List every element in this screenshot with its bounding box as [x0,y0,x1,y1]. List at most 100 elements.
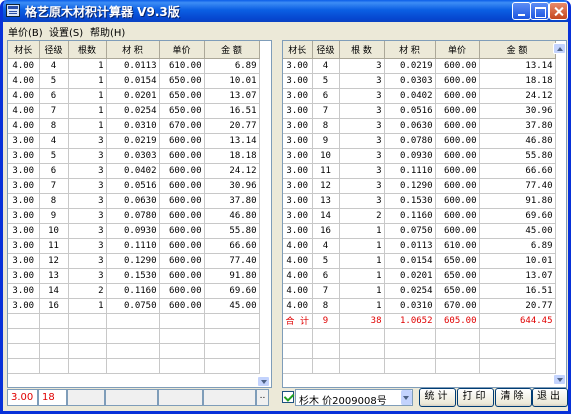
cell-length[interactable]: 4.00 [283,283,313,299]
cell-diameter[interactable]: 9 [312,133,340,149]
clear-button[interactable]: 清除 [495,388,532,407]
cell-count[interactable] [68,313,107,329]
cell-count[interactable]: 1 [339,238,385,254]
stats-button[interactable]: 统计 [419,388,456,407]
cell-amount[interactable]: 77.40 [479,178,556,194]
cell-amount[interactable]: 6.89 [204,58,260,74]
cell-unit-price[interactable]: 600.00 [435,208,480,224]
cell-volume[interactable]: 0.1160 [384,208,436,224]
cell-count[interactable]: 3 [339,148,385,164]
cell-count[interactable]: 2 [68,283,107,299]
cell-amount[interactable]: 69.60 [479,208,556,224]
cell-unit-price[interactable]: 650.00 [159,73,205,89]
cell-amount[interactable]: 13.07 [479,268,556,284]
cell-unit-price[interactable]: 600.00 [159,268,205,284]
cell-length[interactable]: 4.00 [8,88,40,104]
cell-volume[interactable]: 0.0750 [106,298,160,314]
cell-volume[interactable]: 0.1160 [106,283,160,299]
cell-length[interactable]: 3.00 [283,58,313,74]
cell-count[interactable]: 3 [339,103,385,119]
cell-count[interactable]: 3 [68,163,107,179]
cell-unit-price[interactable]: 650.00 [435,283,480,299]
header-count[interactable]: 根 数 [339,41,385,59]
table-row[interactable]: 4.00 7 1 0.0254 650.00 16.51 [283,283,556,299]
cell-volume[interactable] [106,313,160,329]
cell-amount[interactable]: 55.80 [479,148,556,164]
cell-unit-price[interactable] [435,358,480,374]
cell-amount[interactable]: 13.07 [204,88,260,104]
cell-diameter[interactable]: 5 [312,73,340,89]
diameter-input[interactable]: 18 [38,389,67,406]
cell-length[interactable]: 3.00 [283,208,313,224]
cell-diameter[interactable] [39,328,69,344]
cell-unit-price[interactable] [159,343,205,359]
cell-length[interactable]: 3.00 [8,253,40,269]
minimize-icon[interactable] [512,2,531,20]
cell-length[interactable]: 3.00 [8,223,40,239]
cell-unit-price[interactable]: 600.00 [435,148,480,164]
cell-diameter[interactable] [39,343,69,359]
cell-diameter[interactable]: 16 [39,298,69,314]
table-row[interactable]: 4.00 7 1 0.0254 650.00 16.51 [8,103,260,119]
table-row[interactable]: 3.00 6 3 0.0402 600.00 24.12 [8,163,260,179]
count-input[interactable] [67,389,105,406]
cell-unit-price[interactable]: 600.00 [159,178,205,194]
cell-length[interactable] [283,328,313,344]
cell-amount[interactable]: 18.18 [479,73,556,89]
cell-amount[interactable] [479,328,556,344]
amount-input[interactable] [203,389,256,406]
cell-length[interactable]: 4.00 [283,238,313,254]
cell-length[interactable]: 4.00 [283,298,313,314]
cell-diameter[interactable]: 4 [312,58,340,74]
cell-diameter[interactable]: 12 [312,178,340,194]
cell-length[interactable]: 4.00 [283,268,313,284]
cell-length[interactable] [8,313,40,329]
cell-count[interactable]: 1 [339,268,385,284]
cell-length[interactable]: 3.00 [8,283,40,299]
cell-amount[interactable]: 30.96 [204,178,260,194]
cell-amount[interactable]: 37.80 [479,118,556,134]
cell-volume[interactable] [384,328,436,344]
table-row[interactable] [283,328,556,344]
cell-length[interactable] [8,358,40,374]
table-row[interactable]: 3.00 9 3 0.0780 600.00 46.80 [8,208,260,224]
cell-amount[interactable]: 55.80 [204,223,260,239]
cell-count[interactable] [68,343,107,359]
table-row[interactable]: 4.00 6 1 0.0201 650.00 13.07 [283,268,556,284]
cell-count[interactable]: 1 [339,223,385,239]
header-diameter[interactable]: 径级 [39,41,69,59]
cell-diameter[interactable]: 4 [312,238,340,254]
cell-amount[interactable]: 6.89 [479,238,556,254]
cell-amount[interactable] [479,343,556,359]
table-row[interactable]: 3.00 5 3 0.0303 600.00 18.18 [283,73,556,89]
cell-volume[interactable]: 0.0630 [384,118,436,134]
cell-amount[interactable]: 69.60 [204,283,260,299]
table-row[interactable]: 3.00 12 3 0.1290 600.00 77.40 [8,253,260,269]
left-grid[interactable]: 材长 径级 根数 材 积 单价 金 额 4.00 4 1 0.0113 610.00 6.… [7,40,272,388]
cell-count[interactable]: 3 [68,193,107,209]
cell-diameter[interactable] [312,328,340,344]
cell-unit-price[interactable]: 600.00 [159,238,205,254]
table-row[interactable]: 3.00 11 3 0.1110 600.00 66.60 [8,238,260,254]
cell-diameter[interactable]: 6 [39,88,69,104]
cell-amount[interactable]: 37.80 [204,193,260,209]
cell-unit-price[interactable]: 600.00 [159,283,205,299]
cell-volume[interactable]: 0.0113 [106,58,160,74]
table-row[interactable]: 4.00 5 1 0.0154 650.00 10.01 [8,73,260,89]
cell-volume[interactable]: 0.1530 [106,268,160,284]
cell-volume[interactable]: 0.0219 [106,133,160,149]
cell-length[interactable]: 3.00 [8,148,40,164]
cell-unit-price[interactable] [159,328,205,344]
cell-unit-price[interactable]: 600.00 [435,88,480,104]
cell-volume[interactable]: 0.0516 [384,103,436,119]
cell-count[interactable]: 3 [68,238,107,254]
cell-count[interactable]: 3 [68,178,107,194]
cell-amount[interactable]: 66.60 [479,163,556,179]
cell-length[interactable]: 3.00 [8,268,40,284]
cell-unit-price[interactable]: 610.00 [159,58,205,74]
table-row[interactable]: 3.00 13 3 0.1530 600.00 91.80 [8,268,260,284]
cell-diameter[interactable]: 8 [312,118,340,134]
table-row[interactable]: 3.00 10 3 0.0930 600.00 55.80 [283,148,556,164]
table-row[interactable] [8,328,260,344]
cell-length[interactable]: 3.00 [283,133,313,149]
